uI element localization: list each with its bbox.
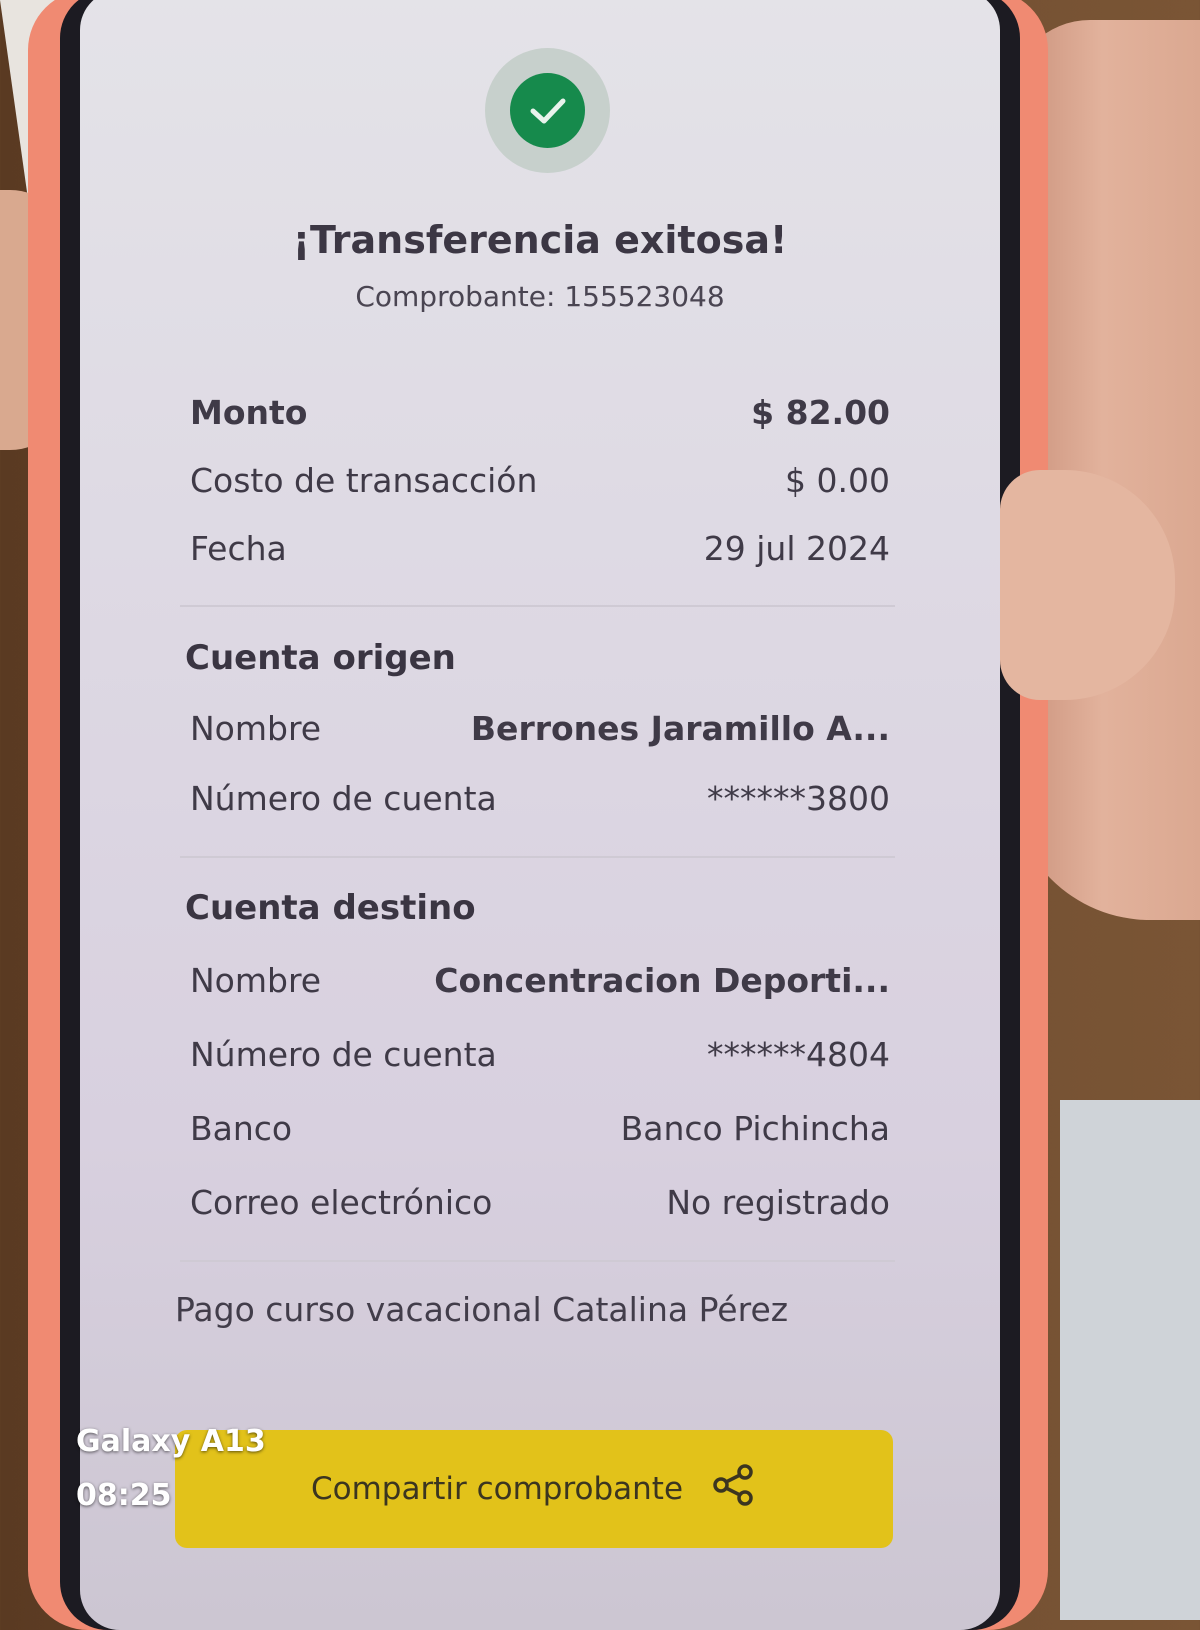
bank-label: Banco bbox=[190, 1108, 293, 1148]
receipt-number: Comprobante: 155523048 bbox=[355, 280, 725, 313]
divider bbox=[180, 1260, 895, 1262]
background-paper bbox=[1060, 1100, 1200, 1620]
share-button-label: Compartir comprobante bbox=[310, 1471, 684, 1507]
date-label: Fecha bbox=[190, 528, 287, 568]
amount-value: $ 82.00 bbox=[751, 392, 890, 432]
divider bbox=[180, 605, 895, 607]
camera-time-label: 08:25 bbox=[76, 1478, 172, 1513]
share-icon bbox=[711, 1463, 757, 1515]
check-icon bbox=[510, 73, 585, 148]
page-title: ¡Transferencia exitosa! bbox=[292, 218, 788, 262]
share-receipt-button[interactable]: Compartir comprobante bbox=[175, 1430, 893, 1548]
bank-value: Banco Pichincha bbox=[620, 1108, 890, 1148]
cost-label: Costo de transacción bbox=[190, 460, 538, 500]
destination-name-label: Nombre bbox=[190, 960, 322, 1000]
cost-row: Costo de transacción $ 0.00 bbox=[190, 458, 890, 502]
date-value: 29 jul 2024 bbox=[703, 528, 890, 568]
origin-account-value: ******3800 bbox=[707, 778, 890, 818]
transfer-description: Pago curso vacacional Catalina Pérez bbox=[175, 1290, 789, 1329]
origin-name-label: Nombre bbox=[190, 708, 322, 748]
date-row: Fecha 29 jul 2024 bbox=[190, 526, 890, 570]
success-badge bbox=[485, 48, 610, 173]
amount-label: Monto bbox=[190, 392, 308, 432]
origin-account-label: Número de cuenta bbox=[190, 778, 497, 818]
email-row: Correo electrónico No registrado bbox=[190, 1180, 890, 1224]
origin-section-title: Cuenta origen bbox=[185, 638, 456, 678]
bank-row: Banco Banco Pichincha bbox=[190, 1106, 890, 1150]
destination-name-value: Concentracion Deporti... bbox=[434, 960, 890, 1000]
destination-name-row: Nombre Concentracion Deporti... bbox=[190, 958, 890, 1002]
phone-screen: ¡Transferencia exitosa! Comprobante: 155… bbox=[80, 0, 1000, 1630]
destination-account-label: Número de cuenta bbox=[190, 1034, 497, 1074]
camera-device-label: Galaxy A13 bbox=[76, 1424, 266, 1459]
cost-value: $ 0.00 bbox=[785, 460, 890, 500]
origin-name-value: Berrones Jaramillo A... bbox=[470, 708, 890, 748]
destination-account-value: ******4804 bbox=[707, 1034, 890, 1074]
destination-section-title: Cuenta destino bbox=[185, 888, 476, 928]
divider bbox=[180, 856, 895, 858]
email-label: Correo electrónico bbox=[190, 1182, 493, 1222]
amount-row: Monto $ 82.00 bbox=[190, 390, 890, 434]
email-value: No registrado bbox=[666, 1182, 890, 1222]
origin-name-row: Nombre Berrones Jaramillo A... bbox=[190, 706, 890, 750]
destination-account-row: Número de cuenta ******4804 bbox=[190, 1032, 890, 1076]
origin-account-row: Número de cuenta ******3800 bbox=[190, 776, 890, 820]
